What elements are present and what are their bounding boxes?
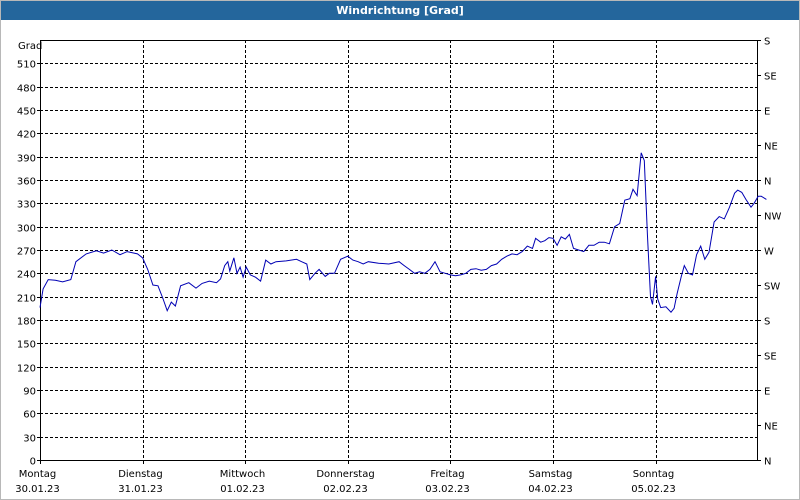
y-tick-label: 120	[17, 364, 36, 375]
x-tick-date-label: 01.02.23	[220, 484, 265, 495]
compass-tick-label: W	[764, 247, 774, 258]
y-tick-label: 480	[17, 84, 36, 95]
y-tick-label: 300	[17, 224, 36, 235]
compass-tick-label: SW	[764, 282, 780, 293]
x-tick-date-label: 31.01.23	[118, 484, 163, 495]
compass-tick-label: N	[764, 457, 771, 468]
compass-tick-label: E	[764, 107, 770, 118]
x-axis: Montag 30.01.23 Dienstag 31.01.23 Mittwoch 01…	[15, 460, 676, 495]
compass-tick-label: S	[764, 37, 770, 48]
y-axis-left: 0 30 60 90 120 150 180 210 240 270 300 330 360 390 420…	[17, 60, 40, 468]
x-tick-day-label: Mittwoch	[220, 469, 265, 480]
plot-area	[40, 40, 758, 461]
compass-tick-label: E	[764, 387, 770, 398]
compass-tick-label: NE	[764, 142, 778, 153]
data-series	[39, 152, 767, 313]
y-tick-label: 90	[23, 387, 36, 398]
y-tick-label: 0	[30, 457, 36, 468]
y-axis-right: N NE E SE S SW W NW N NE E SE S	[757, 37, 781, 468]
compass-tick-label: S	[764, 317, 770, 328]
y-tick-label: 60	[23, 410, 36, 421]
y-tick-label: 240	[17, 270, 36, 281]
series-line	[39, 152, 767, 313]
compass-tick-label: NE	[764, 422, 778, 433]
x-tick-day-label: Freitag	[430, 469, 464, 480]
y-tick-label: 360	[17, 177, 36, 188]
x-tick-day-label: Sonntag	[633, 469, 675, 480]
x-tick-date-label: 05.02.23	[631, 484, 676, 495]
x-tick-date-label: 30.01.23	[15, 484, 60, 495]
grid-lines	[40, 40, 757, 460]
y-tick-label: 30	[23, 434, 36, 445]
x-tick-date-label: 04.02.23	[528, 484, 573, 495]
y-tick-label: 150	[17, 340, 36, 351]
x-tick-date-label: 03.02.23	[425, 484, 470, 495]
y-tick-label: 270	[17, 247, 36, 258]
compass-tick-label: SE	[764, 352, 777, 363]
x-tick-day-label: Dienstag	[118, 469, 163, 480]
x-tick-day-label: Donnerstag	[316, 469, 374, 480]
y-tick-label: 180	[17, 317, 36, 328]
y-axis-label: Grad	[18, 41, 42, 52]
y-tick-label: 420	[17, 130, 36, 141]
compass-tick-label: SE	[764, 72, 777, 83]
compass-tick-label: N	[764, 177, 771, 188]
y-tick-label: 450	[17, 107, 36, 118]
x-tick-date-label: 02.02.23	[323, 484, 368, 495]
y-tick-label: 210	[17, 294, 36, 305]
x-tick-day-label: Montag	[19, 469, 56, 480]
wind-direction-chart: 0 30 60 90 120 150 180 210 240 270 300 330 360 390 420…	[15, 37, 781, 496]
x-tick-day-label: Samstag	[529, 469, 573, 480]
y-tick-label: 390	[17, 154, 36, 165]
y-tick-label: 330	[17, 200, 36, 211]
y-tick-label: 510	[17, 60, 36, 71]
compass-tick-label: NW	[764, 212, 781, 223]
